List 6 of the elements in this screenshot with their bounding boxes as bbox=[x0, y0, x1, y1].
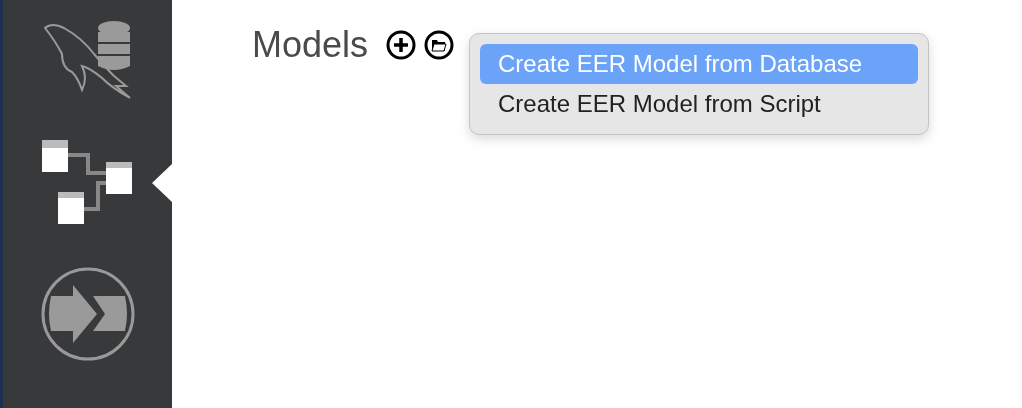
menu-item[interactable]: Create EER Model from Script bbox=[480, 84, 918, 124]
selection-pointer-icon bbox=[152, 164, 172, 202]
folder-icon[interactable] bbox=[424, 30, 455, 60]
add-icon[interactable] bbox=[386, 30, 417, 60]
diagram-icon bbox=[41, 140, 134, 226]
section-title: Models bbox=[252, 24, 369, 66]
